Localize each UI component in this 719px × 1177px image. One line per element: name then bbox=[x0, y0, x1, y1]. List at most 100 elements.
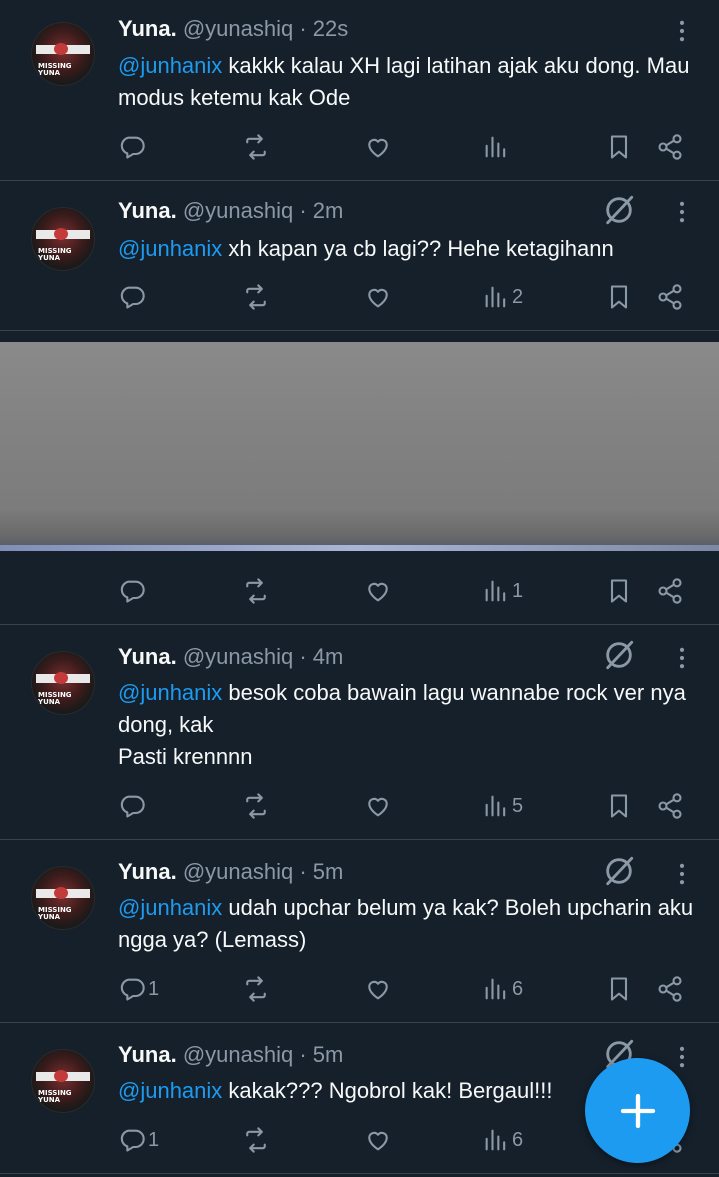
mention-link[interactable]: @junhanix bbox=[118, 1078, 222, 1103]
views-count: 6 bbox=[512, 977, 524, 1000]
share-button[interactable] bbox=[656, 574, 684, 608]
bookmark-button[interactable] bbox=[605, 280, 633, 314]
like-button[interactable] bbox=[364, 972, 392, 1006]
action-bar: 5 bbox=[0, 789, 719, 823]
tweet[interactable]: MISSING YUNA Yuna. @yunashiq · 5m @junhan… bbox=[0, 840, 719, 1023]
mention-link[interactable]: @junhanix bbox=[118, 895, 222, 920]
reply-icon bbox=[118, 1126, 146, 1154]
handle[interactable]: @yunashiq bbox=[183, 16, 293, 41]
views-button[interactable]: 6 bbox=[482, 1123, 523, 1157]
tweet-header: Yuna. @yunashiq · 2m bbox=[118, 198, 343, 224]
bookmark-button[interactable] bbox=[605, 130, 633, 164]
display-name[interactable]: Yuna. bbox=[118, 644, 177, 669]
retweet-button[interactable] bbox=[242, 280, 270, 314]
reply-button[interactable] bbox=[118, 130, 148, 164]
views-button[interactable]: 1 bbox=[482, 574, 523, 608]
tweet[interactable]: MISSING YUNA Yuna. @yunashiq · 4m @junhan… bbox=[0, 625, 719, 840]
retweet-button[interactable] bbox=[242, 574, 270, 608]
avatar[interactable]: MISSING YUNA bbox=[31, 207, 95, 271]
share-button[interactable] bbox=[656, 280, 684, 314]
views-button[interactable] bbox=[482, 130, 512, 164]
retweet-button[interactable] bbox=[242, 1123, 270, 1157]
like-button[interactable] bbox=[364, 574, 392, 608]
mention-link[interactable]: @junhanix bbox=[118, 680, 222, 705]
avatar[interactable]: MISSING YUNA bbox=[31, 866, 95, 930]
tweet-header: Yuna. @yunashiq · 5m bbox=[118, 859, 343, 885]
more-icon[interactable] bbox=[668, 17, 696, 45]
views-count: 5 bbox=[512, 794, 524, 817]
avatar[interactable]: MISSING YUNA bbox=[31, 22, 95, 86]
tweet-header: Yuna. @yunashiq · 5m bbox=[118, 1042, 343, 1068]
more-icon[interactable] bbox=[668, 644, 696, 672]
reply-icon bbox=[118, 283, 146, 311]
display-name[interactable]: Yuna. bbox=[118, 1042, 177, 1067]
heart-icon bbox=[364, 792, 392, 820]
avatar[interactable]: MISSING YUNA bbox=[31, 1049, 95, 1113]
reply-button[interactable]: 1 bbox=[118, 972, 159, 1006]
views-icon bbox=[482, 1126, 510, 1154]
reply-icon bbox=[118, 133, 146, 161]
display-name[interactable]: Yuna. bbox=[118, 198, 177, 223]
timestamp[interactable]: · 5m bbox=[299, 859, 343, 884]
more-icon[interactable] bbox=[668, 1043, 696, 1071]
timestamp[interactable]: · 5m bbox=[299, 1042, 343, 1067]
tweet-body: kakak??? Ngobrol kak! Bergaul!!! bbox=[222, 1078, 553, 1103]
grok-icon[interactable] bbox=[602, 638, 636, 672]
display-name[interactable]: Yuna. bbox=[118, 859, 177, 884]
like-button[interactable] bbox=[364, 1123, 392, 1157]
tweet-text: @junhanix besok coba bawain lagu wannabe… bbox=[118, 677, 698, 773]
timestamp[interactable]: · 2m bbox=[299, 198, 343, 223]
tweet-body: xh kapan ya cb lagi?? Hehe ketagihann bbox=[222, 236, 614, 261]
share-icon bbox=[656, 283, 684, 311]
like-button[interactable] bbox=[364, 280, 392, 314]
grok-icon[interactable] bbox=[602, 193, 636, 227]
bookmark-icon bbox=[605, 577, 633, 605]
tweet[interactable]: MISSING YUNA Yuna. @yunashiq · 2m @junhan… bbox=[0, 181, 719, 331]
mention-link[interactable]: @junhanix bbox=[118, 53, 222, 78]
handle[interactable]: @yunashiq bbox=[183, 1042, 293, 1067]
bookmark-button[interactable] bbox=[605, 972, 633, 1006]
views-button[interactable]: 2 bbox=[482, 280, 523, 314]
share-icon bbox=[656, 133, 684, 161]
share-button[interactable] bbox=[656, 789, 684, 823]
views-button[interactable]: 5 bbox=[482, 789, 523, 823]
action-bar: 2 bbox=[0, 280, 719, 314]
share-button[interactable] bbox=[656, 972, 684, 1006]
retweet-button[interactable] bbox=[242, 789, 270, 823]
compose-button[interactable] bbox=[585, 1058, 690, 1163]
views-icon bbox=[482, 975, 510, 1003]
handle[interactable]: @yunashiq bbox=[183, 198, 293, 223]
bookmark-button[interactable] bbox=[605, 789, 633, 823]
tweet-header: Yuna. @yunashiq · 4m bbox=[118, 644, 343, 670]
views-icon bbox=[482, 792, 510, 820]
views-icon bbox=[482, 133, 510, 161]
heart-icon bbox=[364, 577, 392, 605]
retweet-button[interactable] bbox=[242, 130, 270, 164]
avatar[interactable]: MISSING YUNA bbox=[31, 651, 95, 715]
like-button[interactable] bbox=[364, 130, 392, 164]
bookmark-icon bbox=[605, 133, 633, 161]
reply-button[interactable] bbox=[118, 280, 148, 314]
more-icon[interactable] bbox=[668, 860, 696, 888]
share-button[interactable] bbox=[656, 130, 684, 164]
mention-link[interactable]: @junhanix bbox=[118, 236, 222, 261]
timestamp[interactable]: · 22s bbox=[299, 16, 348, 41]
bookmark-button[interactable] bbox=[605, 574, 633, 608]
handle[interactable]: @yunashiq bbox=[183, 859, 293, 884]
retweet-icon bbox=[242, 577, 270, 605]
more-icon[interactable] bbox=[668, 198, 696, 226]
display-name[interactable]: Yuna. bbox=[118, 16, 177, 41]
reply-button[interactable]: 1 bbox=[118, 1123, 159, 1157]
reply-button[interactable] bbox=[118, 789, 148, 823]
views-icon bbox=[482, 577, 510, 605]
like-button[interactable] bbox=[364, 789, 392, 823]
retweet-button[interactable] bbox=[242, 972, 270, 1006]
views-button[interactable]: 6 bbox=[482, 972, 523, 1006]
timestamp[interactable]: · 4m bbox=[299, 644, 343, 669]
grok-icon[interactable] bbox=[602, 854, 636, 888]
heart-icon bbox=[364, 133, 392, 161]
tweet[interactable]: MISSING YUNA Yuna. @yunashiq · 22s @junha… bbox=[0, 0, 719, 181]
redaction-overlay bbox=[0, 342, 719, 550]
handle[interactable]: @yunashiq bbox=[183, 644, 293, 669]
reply-button[interactable] bbox=[118, 574, 148, 608]
